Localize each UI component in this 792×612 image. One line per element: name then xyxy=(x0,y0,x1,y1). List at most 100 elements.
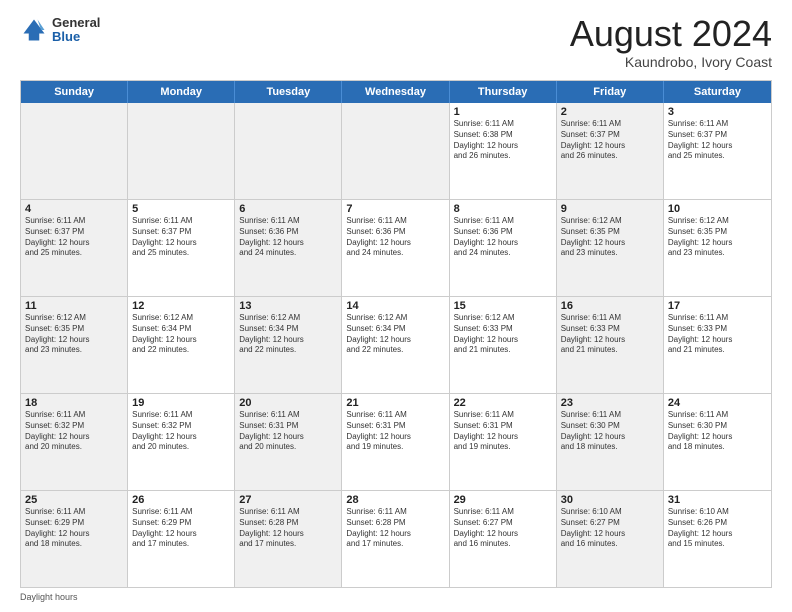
day-info: Sunrise: 6:12 AM Sunset: 6:35 PM Dayligh… xyxy=(25,313,123,356)
day-cell-7: 7Sunrise: 6:11 AM Sunset: 6:36 PM Daylig… xyxy=(342,200,449,296)
day-cell-18: 18Sunrise: 6:11 AM Sunset: 6:32 PM Dayli… xyxy=(21,394,128,490)
day-number: 4 xyxy=(25,203,123,215)
day-info: Sunrise: 6:11 AM Sunset: 6:33 PM Dayligh… xyxy=(561,313,659,356)
day-cell-23: 23Sunrise: 6:11 AM Sunset: 6:30 PM Dayli… xyxy=(557,394,664,490)
week-row-3: 11Sunrise: 6:12 AM Sunset: 6:35 PM Dayli… xyxy=(21,297,771,394)
day-cell-8: 8Sunrise: 6:11 AM Sunset: 6:36 PM Daylig… xyxy=(450,200,557,296)
calendar-header: SundayMondayTuesdayWednesdayThursdayFrid… xyxy=(21,81,771,103)
day-cell-16: 16Sunrise: 6:11 AM Sunset: 6:33 PM Dayli… xyxy=(557,297,664,393)
day-info: Sunrise: 6:11 AM Sunset: 6:32 PM Dayligh… xyxy=(132,410,230,453)
day-info: Sunrise: 6:11 AM Sunset: 6:30 PM Dayligh… xyxy=(561,410,659,453)
day-number: 7 xyxy=(346,203,444,215)
day-info: Sunrise: 6:11 AM Sunset: 6:36 PM Dayligh… xyxy=(454,216,552,259)
day-cell-25: 25Sunrise: 6:11 AM Sunset: 6:29 PM Dayli… xyxy=(21,491,128,587)
day-info: Sunrise: 6:11 AM Sunset: 6:29 PM Dayligh… xyxy=(132,507,230,550)
empty-cell xyxy=(235,103,342,199)
day-cell-22: 22Sunrise: 6:11 AM Sunset: 6:31 PM Dayli… xyxy=(450,394,557,490)
logo-general-text: General xyxy=(52,16,100,30)
day-number: 2 xyxy=(561,106,659,118)
day-info: Sunrise: 6:12 AM Sunset: 6:33 PM Dayligh… xyxy=(454,313,552,356)
month-title: August 2024 xyxy=(570,16,772,52)
day-info: Sunrise: 6:11 AM Sunset: 6:37 PM Dayligh… xyxy=(668,119,767,162)
day-number: 17 xyxy=(668,300,767,312)
day-number: 23 xyxy=(561,397,659,409)
day-info: Sunrise: 6:11 AM Sunset: 6:33 PM Dayligh… xyxy=(668,313,767,356)
day-number: 9 xyxy=(561,203,659,215)
day-number: 27 xyxy=(239,494,337,506)
day-cell-29: 29Sunrise: 6:11 AM Sunset: 6:27 PM Dayli… xyxy=(450,491,557,587)
day-info: Sunrise: 6:11 AM Sunset: 6:30 PM Dayligh… xyxy=(668,410,767,453)
footer-note: Daylight hours xyxy=(20,592,772,602)
day-number: 5 xyxy=(132,203,230,215)
day-cell-1: 1Sunrise: 6:11 AM Sunset: 6:38 PM Daylig… xyxy=(450,103,557,199)
day-cell-6: 6Sunrise: 6:11 AM Sunset: 6:36 PM Daylig… xyxy=(235,200,342,296)
day-cell-19: 19Sunrise: 6:11 AM Sunset: 6:32 PM Dayli… xyxy=(128,394,235,490)
day-cell-24: 24Sunrise: 6:11 AM Sunset: 6:30 PM Dayli… xyxy=(664,394,771,490)
day-cell-31: 31Sunrise: 6:10 AM Sunset: 6:26 PM Dayli… xyxy=(664,491,771,587)
day-header-thursday: Thursday xyxy=(450,81,557,103)
calendar-body: 1Sunrise: 6:11 AM Sunset: 6:38 PM Daylig… xyxy=(21,103,771,587)
week-row-2: 4 Sunrise: 6:11 AM Sunset: 6:37 PM Daylig… xyxy=(21,200,771,297)
day-info: Sunrise: 6:11 AM Sunset: 6:32 PM Dayligh… xyxy=(25,410,123,453)
day-number: 30 xyxy=(561,494,659,506)
day-number: 21 xyxy=(346,397,444,409)
day-cell-20: 20Sunrise: 6:11 AM Sunset: 6:31 PM Dayli… xyxy=(235,394,342,490)
day-number: 8 xyxy=(454,203,552,215)
week-row-1: 1Sunrise: 6:11 AM Sunset: 6:38 PM Daylig… xyxy=(21,103,771,200)
day-cell-5: 5Sunrise: 6:11 AM Sunset: 6:37 PM Daylig… xyxy=(128,200,235,296)
empty-cell xyxy=(342,103,449,199)
day-info: Sunrise: 6:11 AM Sunset: 6:31 PM Dayligh… xyxy=(454,410,552,453)
empty-cell xyxy=(128,103,235,199)
day-number: 14 xyxy=(346,300,444,312)
day-cell-12: 12Sunrise: 6:12 AM Sunset: 6:34 PM Dayli… xyxy=(128,297,235,393)
day-header-monday: Monday xyxy=(128,81,235,103)
day-info: Sunrise: 6:11 AM Sunset: 6:37 PM Dayligh… xyxy=(561,119,659,162)
day-number: 20 xyxy=(239,397,337,409)
calendar: SundayMondayTuesdayWednesdayThursdayFrid… xyxy=(20,80,772,588)
day-number: 22 xyxy=(454,397,552,409)
page: General Blue August 2024 Kaundrobo, Ivor… xyxy=(0,0,792,612)
day-number: 26 xyxy=(132,494,230,506)
day-cell-21: 21Sunrise: 6:11 AM Sunset: 6:31 PM Dayli… xyxy=(342,394,449,490)
day-info: Sunrise: 6:11 AM Sunset: 6:31 PM Dayligh… xyxy=(346,410,444,453)
day-info: Sunrise: 6:11 AM Sunset: 6:37 PM Dayligh… xyxy=(132,216,230,259)
day-info: Sunrise: 6:12 AM Sunset: 6:34 PM Dayligh… xyxy=(346,313,444,356)
day-cell-10: 10Sunrise: 6:12 AM Sunset: 6:35 PM Dayli… xyxy=(664,200,771,296)
week-row-5: 25Sunrise: 6:11 AM Sunset: 6:29 PM Dayli… xyxy=(21,491,771,587)
day-cell-15: 15Sunrise: 6:12 AM Sunset: 6:33 PM Dayli… xyxy=(450,297,557,393)
day-info: Sunrise: 6:11 AM Sunset: 6:29 PM Dayligh… xyxy=(25,507,123,550)
header: General Blue August 2024 Kaundrobo, Ivor… xyxy=(20,16,772,70)
day-header-wednesday: Wednesday xyxy=(342,81,449,103)
day-number: 11 xyxy=(25,300,123,312)
title-area: August 2024 Kaundrobo, Ivory Coast xyxy=(570,16,772,70)
day-cell-2: 2Sunrise: 6:11 AM Sunset: 6:37 PM Daylig… xyxy=(557,103,664,199)
day-number: 25 xyxy=(25,494,123,506)
day-header-friday: Friday xyxy=(557,81,664,103)
day-cell-4: 4Sunrise: 6:11 AM Sunset: 6:37 PM Daylig… xyxy=(21,200,128,296)
day-cell-3: 3Sunrise: 6:11 AM Sunset: 6:37 PM Daylig… xyxy=(664,103,771,199)
day-number: 18 xyxy=(25,397,123,409)
empty-cell xyxy=(21,103,128,199)
day-info: Sunrise: 6:11 AM Sunset: 6:31 PM Dayligh… xyxy=(239,410,337,453)
day-cell-26: 26Sunrise: 6:11 AM Sunset: 6:29 PM Dayli… xyxy=(128,491,235,587)
day-info: Sunrise: 6:11 AM Sunset: 6:38 PM Dayligh… xyxy=(454,119,552,162)
day-cell-11: 11Sunrise: 6:12 AM Sunset: 6:35 PM Dayli… xyxy=(21,297,128,393)
day-info: Sunrise: 6:10 AM Sunset: 6:27 PM Dayligh… xyxy=(561,507,659,550)
day-number: 29 xyxy=(454,494,552,506)
day-number: 12 xyxy=(132,300,230,312)
day-info: Sunrise: 6:12 AM Sunset: 6:34 PM Dayligh… xyxy=(239,313,337,356)
logo-blue-text: Blue xyxy=(52,30,100,44)
week-row-4: 18Sunrise: 6:11 AM Sunset: 6:32 PM Dayli… xyxy=(21,394,771,491)
day-info: Sunrise: 6:11 AM Sunset: 6:36 PM Dayligh… xyxy=(346,216,444,259)
day-cell-14: 14Sunrise: 6:12 AM Sunset: 6:34 PM Dayli… xyxy=(342,297,449,393)
day-number: 15 xyxy=(454,300,552,312)
logo-icon xyxy=(20,16,48,44)
day-info: Sunrise: 6:11 AM Sunset: 6:27 PM Dayligh… xyxy=(454,507,552,550)
logo: General Blue xyxy=(20,16,100,45)
day-info: Sunrise: 6:12 AM Sunset: 6:34 PM Dayligh… xyxy=(132,313,230,356)
day-number: 10 xyxy=(668,203,767,215)
day-info: Sunrise: 6:11 AM Sunset: 6:36 PM Dayligh… xyxy=(239,216,337,259)
day-info: Sunrise: 6:12 AM Sunset: 6:35 PM Dayligh… xyxy=(668,216,767,259)
day-number: 16 xyxy=(561,300,659,312)
day-cell-17: 17Sunrise: 6:11 AM Sunset: 6:33 PM Dayli… xyxy=(664,297,771,393)
